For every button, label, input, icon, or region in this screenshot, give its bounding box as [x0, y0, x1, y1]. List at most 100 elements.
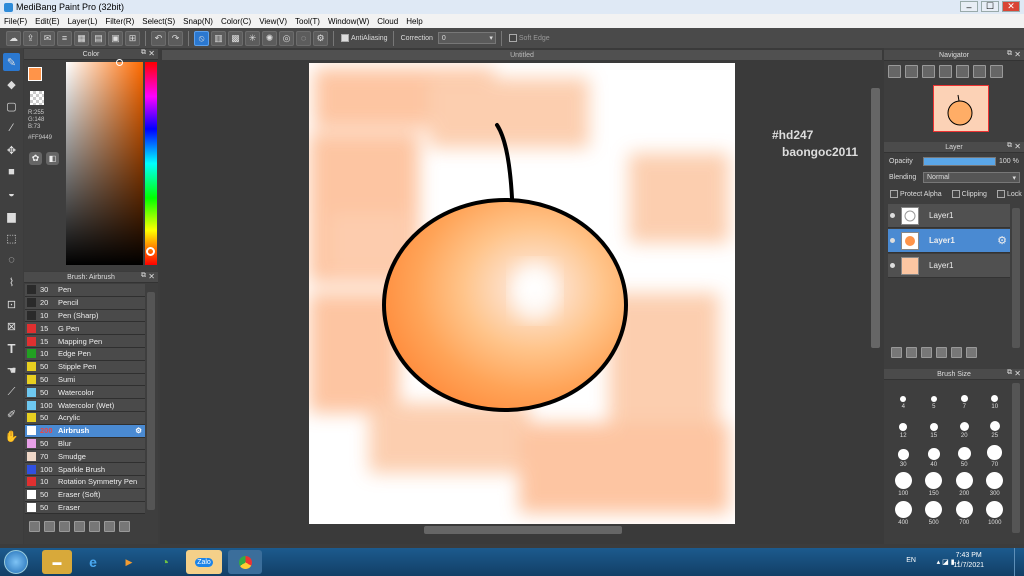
brush-list-scrollbar[interactable]: [147, 292, 155, 510]
new-halftone-layer-icon[interactable]: [906, 347, 917, 358]
add-brush-icon[interactable]: [59, 521, 70, 532]
brush-folder-icon[interactable]: [89, 521, 100, 532]
brush-size-option[interactable]: 700: [949, 499, 980, 528]
layer-folder-icon[interactable]: [951, 347, 962, 358]
snap-parallel-icon[interactable]: ▥: [211, 30, 226, 46]
brush-item[interactable]: 15 G Pen: [25, 322, 145, 336]
sv-cursor[interactable]: [116, 59, 123, 66]
layers-icon[interactable]: ≡: [57, 30, 72, 46]
brush-item[interactable]: 100 Watercolor (Wet): [25, 399, 145, 412]
eyedropper-tool-icon[interactable]: ⟋: [3, 383, 20, 401]
brush-item[interactable]: 50 Eraser (Soft): [25, 488, 145, 502]
brush-tool-icon[interactable]: ✎: [3, 53, 20, 71]
brush-size-option[interactable]: 500: [919, 499, 950, 528]
flip-icon[interactable]: [973, 65, 986, 78]
brush-size-option[interactable]: 15: [919, 412, 950, 441]
internet-explorer-icon[interactable]: e: [78, 550, 108, 574]
close-icon[interactable]: ✕: [148, 272, 155, 281]
brush-item[interactable]: 100 Sparkle Brush: [25, 463, 145, 476]
coccoc-icon[interactable]: ◔: [150, 550, 180, 574]
brush-size-option[interactable]: 12: [888, 412, 919, 441]
navigator-preview[interactable]: [933, 85, 989, 132]
merge-layer-icon[interactable]: [966, 347, 977, 358]
close-icon[interactable]: ✕: [1014, 142, 1021, 151]
duplicate-brush-icon[interactable]: [104, 521, 115, 532]
clipping-checkbox[interactable]: Clipping: [951, 190, 987, 198]
brush-size-option[interactable]: 40: [919, 441, 950, 470]
brush-item[interactable]: 50 Sumi: [25, 373, 145, 387]
frame-icon[interactable]: ▣: [108, 30, 123, 46]
actual-size-icon[interactable]: [939, 65, 952, 78]
zoom-out-icon[interactable]: [905, 65, 918, 78]
brush-item[interactable]: 10 Edge Pen: [25, 347, 145, 361]
file-explorer-icon[interactable]: ▬: [42, 550, 72, 574]
eye-icon[interactable]: [890, 263, 895, 268]
brush-item[interactable]: 20 Pencil: [25, 296, 145, 310]
protect-alpha-checkbox[interactable]: Protect Alpha: [890, 190, 942, 198]
select-pen-icon[interactable]: ⌇: [3, 273, 20, 291]
close-button[interactable]: ✕: [1002, 1, 1020, 12]
menu-help[interactable]: Help: [402, 17, 426, 26]
brush-item[interactable]: 30 Pen: [25, 284, 145, 297]
snap-circle-icon[interactable]: ◎: [279, 30, 294, 46]
layer-row[interactable]: Layer1: [888, 254, 1010, 278]
brush-item[interactable]: 50 Stipple Pen: [25, 360, 145, 374]
brush-size-option[interactable]: 7: [949, 383, 980, 412]
menu-tool[interactable]: Tool(T): [291, 17, 324, 26]
brush-size-option[interactable]: 1000: [980, 499, 1011, 528]
brush-size-option[interactable]: 20: [949, 412, 980, 441]
eraser-tool-icon[interactable]: ◆: [3, 75, 20, 93]
lasso-tool-icon[interactable]: ◌: [3, 251, 20, 269]
layer-row[interactable]: Layer1: [888, 204, 1010, 228]
menu-color[interactable]: Color(C): [217, 17, 255, 26]
panel-icon[interactable]: ▤: [91, 30, 106, 46]
snap-cross-icon[interactable]: ▩: [228, 30, 243, 46]
brush-item[interactable]: 200 Airbrush ⚙: [25, 424, 145, 438]
popout-icon[interactable]: ⧉: [1007, 50, 1012, 58]
clock[interactable]: 7:43 PM 11/7/2021: [953, 551, 984, 571]
brush-item[interactable]: 50 Blur: [25, 437, 145, 451]
brush-size-option[interactable]: 4: [888, 383, 919, 412]
brush-size-option[interactable]: 70: [980, 441, 1011, 470]
brush-size-option[interactable]: 400: [888, 499, 919, 528]
brush-size-option[interactable]: 100: [888, 470, 919, 499]
snap-settings-icon[interactable]: ⚙: [313, 30, 328, 46]
brush-settings-icon[interactable]: [74, 521, 85, 532]
popout-icon[interactable]: ⧉: [1007, 369, 1012, 377]
undo-icon[interactable]: ↶: [151, 30, 166, 46]
canvas-horizontal-scrollbar[interactable]: [424, 526, 622, 534]
rotate-right-icon[interactable]: [990, 65, 1003, 78]
color-palette-icon[interactable]: ◧: [46, 152, 59, 165]
popout-icon[interactable]: ⧉: [141, 272, 146, 280]
brush-size-option[interactable]: 25: [980, 412, 1011, 441]
select-rect-icon[interactable]: ⬚: [3, 229, 20, 247]
brush-size-option[interactable]: 10: [980, 383, 1011, 412]
media-player-icon[interactable]: ▶: [114, 550, 144, 574]
fit-window-icon[interactable]: [922, 65, 935, 78]
grid-icon[interactable]: ▦: [74, 30, 89, 46]
layer-scrollbar[interactable]: [1012, 208, 1020, 348]
hue-cursor[interactable]: [146, 247, 155, 256]
blending-select[interactable]: Normal ▾: [923, 172, 1020, 183]
fill-rect-icon[interactable]: ■: [3, 163, 20, 181]
move-tool-icon[interactable]: ✥: [3, 141, 20, 159]
gradient-tool-icon[interactable]: ▆: [3, 207, 20, 225]
gear-icon[interactable]: ⚙: [135, 426, 142, 435]
copy-layer-icon[interactable]: [921, 347, 932, 358]
chrome-icon[interactable]: [228, 550, 262, 574]
opacity-slider[interactable]: [923, 157, 996, 166]
brush-size-option[interactable]: 5: [919, 383, 950, 412]
close-icon[interactable]: ✕: [1014, 50, 1021, 59]
brush-item[interactable]: 50 Eraser: [25, 501, 145, 515]
brush-size-option[interactable]: 30: [888, 441, 919, 470]
transparent-color-swatch[interactable]: [30, 91, 44, 105]
language-indicator[interactable]: EN: [906, 557, 916, 564]
color-wheel-icon[interactable]: ✿: [29, 152, 42, 165]
brush-size-option[interactable]: 200: [949, 470, 980, 499]
menu-file[interactable]: File(F): [0, 17, 31, 26]
pen-tool-icon[interactable]: ✐: [3, 405, 20, 423]
rotate-left-icon[interactable]: [956, 65, 969, 78]
hand-tool-icon[interactable]: ✋: [3, 427, 20, 445]
menu-cloud[interactable]: Cloud: [373, 17, 402, 26]
drawing-canvas[interactable]: [309, 63, 735, 524]
